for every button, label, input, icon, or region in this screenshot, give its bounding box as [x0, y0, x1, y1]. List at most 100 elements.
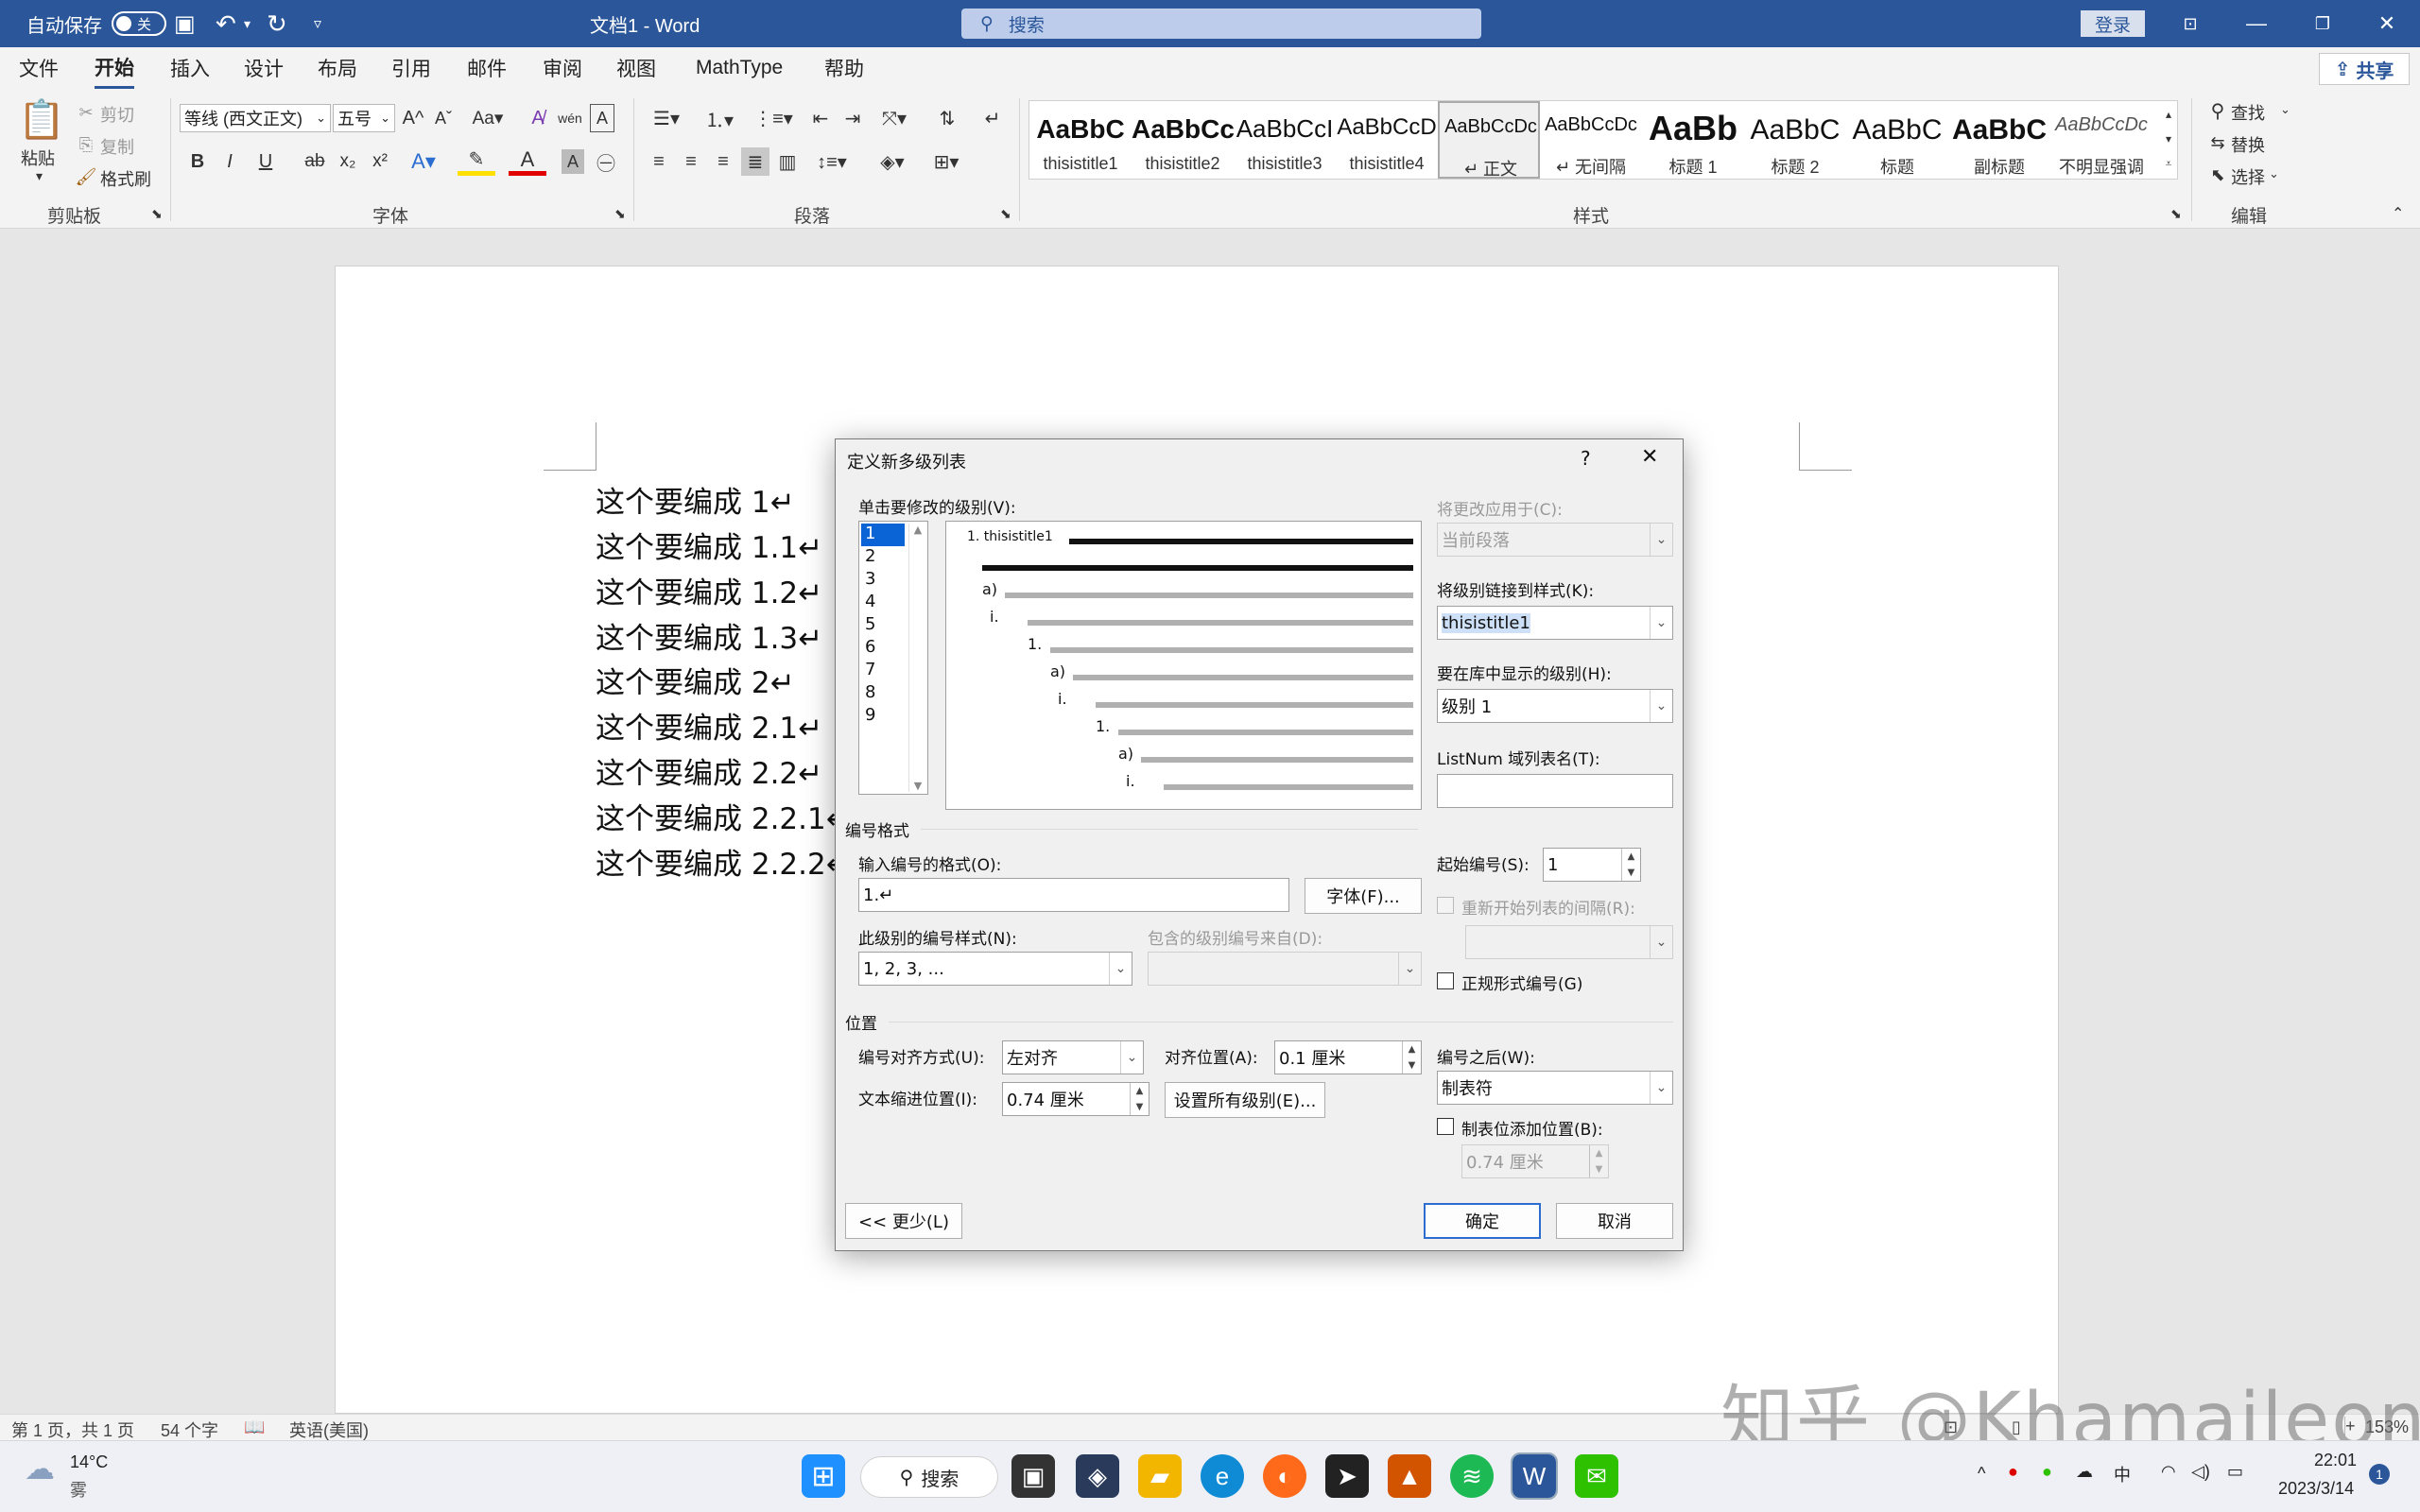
- tab-references[interactable]: 引用: [391, 47, 431, 89]
- matlab-icon[interactable]: ▲: [1388, 1454, 1431, 1498]
- level-item[interactable]: 9: [861, 705, 905, 728]
- style-item[interactable]: AaBb 标题 1: [1642, 101, 1744, 179]
- font-button[interactable]: 字体(F)...: [1305, 878, 1422, 914]
- highlight-icon[interactable]: ✎: [458, 147, 495, 176]
- bold-icon[interactable]: B: [185, 147, 210, 176]
- alignment-select[interactable]: 左对齐 ⌄: [1002, 1040, 1144, 1074]
- clear-formatting-icon[interactable]: A̸: [526, 104, 550, 132]
- indent-input[interactable]: 0.74 厘米 ▲ ▼: [1002, 1082, 1150, 1116]
- proofing-icon[interactable]: 📖: [244, 1418, 265, 1437]
- level-item[interactable]: 2: [861, 546, 905, 569]
- help-icon[interactable]: ?: [1581, 447, 1591, 470]
- font-launcher-icon[interactable]: ⬊: [614, 206, 626, 222]
- style-item[interactable]: AaBbCc thisistitle2: [1132, 101, 1234, 179]
- level-list-scrollbar[interactable]: ▲ ▼: [908, 524, 925, 792]
- tab-mailings[interactable]: 邮件: [467, 47, 507, 89]
- close-icon[interactable]: ✕: [2354, 0, 2420, 47]
- copy-icon[interactable]: ⎘: [76, 134, 96, 155]
- bullets-icon[interactable]: ☰▾: [645, 104, 688, 132]
- paragraph-launcher-icon[interactable]: ⬊: [1000, 206, 1011, 222]
- doc-paragraph[interactable]: 这个要编成 2.2↵: [596, 749, 822, 792]
- style-item[interactable]: AaBbCcDc 不明显强调: [2050, 101, 2152, 179]
- word-icon[interactable]: W: [1511, 1452, 1558, 1500]
- styles-launcher-icon[interactable]: ⬊: [2170, 206, 2182, 222]
- level-list[interactable]: 1 2 3 4 5 6 7 8 9 ▲ ▼: [858, 521, 928, 795]
- signin-button[interactable]: 登录: [2081, 10, 2145, 37]
- notification-badge[interactable]: 1: [2369, 1464, 2390, 1485]
- doc-paragraph[interactable]: 这个要编成 2↵: [596, 659, 795, 701]
- decrease-indent-icon[interactable]: ⇤: [807, 104, 834, 132]
- ime-indicator[interactable]: 中: [2114, 1462, 2131, 1486]
- tab-mathtype[interactable]: MathType: [696, 47, 783, 89]
- character-shading-icon[interactable]: A: [562, 149, 584, 174]
- line-spacing-icon[interactable]: ↕≡▾: [811, 147, 853, 176]
- restore-icon[interactable]: ❐: [2290, 0, 2356, 47]
- scroll-down-icon[interactable]: ▼: [909, 780, 926, 792]
- restart-checkbox[interactable]: [1437, 897, 1454, 914]
- italic-icon[interactable]: I: [217, 147, 242, 176]
- level-item[interactable]: 8: [861, 682, 905, 705]
- weather-icon[interactable]: ☁: [25, 1451, 55, 1486]
- wechat-tray-icon[interactable]: ●: [2042, 1462, 2052, 1482]
- enclose-characters-icon[interactable]: ㊀: [594, 147, 618, 176]
- sort-icon[interactable]: ⇅: [934, 104, 960, 132]
- taskbar-search[interactable]: ⚲ 搜索: [860, 1456, 998, 1498]
- increase-indent-icon[interactable]: ⇥: [839, 104, 866, 132]
- cut-label[interactable]: 剪切: [100, 102, 134, 127]
- copy-label[interactable]: 复制: [100, 134, 134, 159]
- grow-font-icon[interactable]: A^: [401, 104, 425, 132]
- send-icon[interactable]: ➤: [1325, 1454, 1369, 1498]
- search-input[interactable]: ⚲ 搜索: [961, 9, 1481, 39]
- subscript-icon[interactable]: x₂: [335, 147, 361, 176]
- spin-down-icon[interactable]: ▼: [1131, 1099, 1149, 1115]
- tab-file[interactable]: 文件: [19, 47, 59, 89]
- paste-dropdown-icon[interactable]: ▾: [36, 168, 43, 184]
- style-item-normal[interactable]: AaBbCcDc ↵ 正文: [1438, 101, 1540, 179]
- shading-icon[interactable]: ◈▾: [872, 147, 913, 176]
- aligned-at-input[interactable]: 0.1 厘米 ▲ ▼: [1274, 1040, 1422, 1074]
- save-icon[interactable]: ▣: [174, 0, 196, 47]
- gallery-level-select[interactable]: 级别 1 ⌄: [1437, 689, 1673, 723]
- tab-help[interactable]: 帮助: [824, 47, 864, 89]
- scroll-up-icon[interactable]: ▲: [909, 524, 926, 536]
- style-item[interactable]: AaBbC 副标题: [1948, 101, 2050, 179]
- doc-paragraph[interactable]: 这个要编成 2.2.1↵: [596, 795, 851, 837]
- find-label[interactable]: 查找: [2231, 100, 2265, 125]
- weather-temp[interactable]: 14°C: [70, 1452, 108, 1472]
- less-button[interactable]: << 更少(L): [845, 1203, 962, 1239]
- style-item[interactable]: AaBbC 标题: [1846, 101, 1948, 179]
- level-item[interactable]: 1: [861, 524, 905, 546]
- gallery-scroll-down-icon[interactable]: ▾: [2159, 127, 2178, 151]
- level-item[interactable]: 3: [861, 569, 905, 592]
- text-effects-icon[interactable]: A▾: [405, 147, 442, 176]
- edge-icon[interactable]: e: [1201, 1454, 1244, 1498]
- wechat-icon[interactable]: ✉: [1575, 1454, 1618, 1498]
- task-view-icon[interactable]: ▣: [1011, 1454, 1055, 1498]
- volume-icon[interactable]: ◁): [2191, 1462, 2210, 1482]
- undo-dropdown-icon[interactable]: ▾: [244, 0, 251, 47]
- doc-paragraph[interactable]: 这个要编成 1↵: [596, 478, 795, 521]
- autosave-control[interactable]: 自动保存 关: [26, 0, 166, 47]
- style-item[interactable]: AaBbCcDc ↵ 无间隔: [1540, 101, 1642, 179]
- redo-icon[interactable]: ↻: [267, 0, 287, 47]
- clock-time[interactable]: 22:01: [2314, 1451, 2357, 1470]
- indent-spinner[interactable]: ▲ ▼: [1130, 1083, 1149, 1115]
- tab-stop-checkbox[interactable]: [1437, 1118, 1454, 1135]
- battery-icon[interactable]: ▭: [2227, 1462, 2243, 1482]
- set-all-levels-button[interactable]: 设置所有级别(E)...: [1165, 1082, 1325, 1118]
- file-explorer-icon[interactable]: ▰: [1138, 1454, 1182, 1498]
- replace-label[interactable]: 替换: [2231, 132, 2265, 157]
- number-format-input[interactable]: 1.↵: [858, 878, 1289, 912]
- doc-paragraph[interactable]: 这个要编成 2.1↵: [596, 704, 822, 747]
- font-color-icon[interactable]: A: [509, 147, 546, 176]
- tab-home[interactable]: 开始: [95, 47, 134, 89]
- style-item[interactable]: AaBbC 标题 2: [1744, 101, 1846, 179]
- legal-style-checkbox[interactable]: [1437, 972, 1454, 989]
- aligned-at-spinner[interactable]: ▲ ▼: [1402, 1041, 1421, 1074]
- level-item[interactable]: 6: [861, 637, 905, 660]
- tab-layout[interactable]: 布局: [318, 47, 357, 89]
- spin-up-icon[interactable]: ▲: [1403, 1041, 1421, 1057]
- clipboard-launcher-icon[interactable]: ⬊: [151, 206, 163, 222]
- tab-review[interactable]: 审阅: [543, 47, 582, 89]
- app-cube-icon[interactable]: ◈: [1076, 1454, 1119, 1498]
